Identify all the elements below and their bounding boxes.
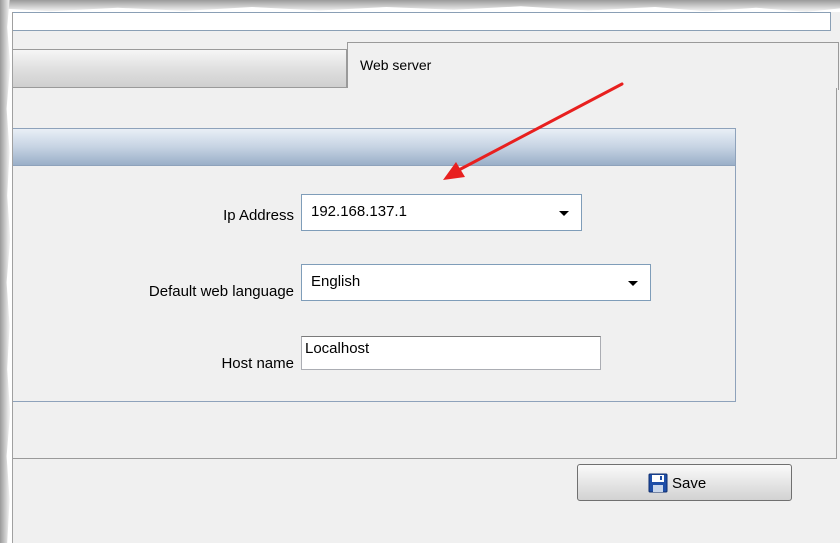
ip-address-value: 192.168.137.1: [311, 203, 407, 220]
host-name-value: Localhost: [305, 340, 370, 357]
top-panel: [13, 12, 831, 31]
tab-content: Ip Address 192.168.137.1 Default web lan…: [13, 88, 837, 459]
ip-address-dropdown[interactable]: 192.168.137.1: [301, 194, 582, 231]
tab-previous[interactable]: [13, 49, 347, 88]
tab-web-server[interactable]: Web server: [347, 42, 839, 90]
floppy-disk-icon: [648, 473, 668, 493]
chevron-down-icon[interactable]: [628, 281, 638, 286]
host-name-label: Host name: [221, 355, 294, 372]
default-web-language-dropdown[interactable]: English: [301, 264, 651, 301]
ip-address-label: Ip Address: [223, 207, 294, 224]
group-header: [13, 129, 735, 166]
web-server-settings-group: Ip Address 192.168.137.1 Default web lan…: [13, 128, 736, 402]
default-web-language-value: English: [311, 273, 361, 290]
host-name-input[interactable]: Localhost: [301, 336, 601, 370]
save-button-label: Save: [672, 475, 707, 492]
default-web-language-label: Default web language: [148, 283, 294, 300]
page-shadow-left: [0, 0, 11, 543]
save-button[interactable]: Save: [577, 464, 792, 501]
chevron-down-icon[interactable]: [559, 211, 569, 216]
tab-web-server-label: Web server: [360, 57, 432, 73]
